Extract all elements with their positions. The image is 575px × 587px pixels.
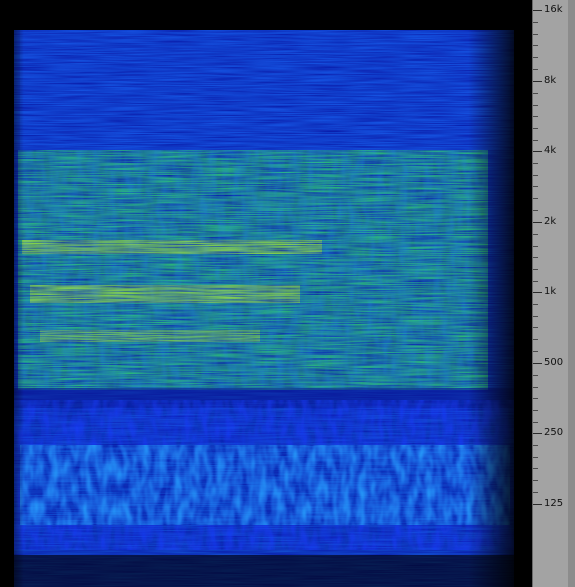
ruler-tick-minor — [533, 410, 538, 411]
ruler-tick-minor — [533, 198, 538, 199]
ruler-tick-minor — [533, 210, 538, 211]
ruler-tick-minor — [533, 140, 538, 141]
ruler-tick-minor — [533, 480, 538, 481]
ruler-tick-minor — [533, 57, 538, 58]
edge-fade — [0, 0, 532, 587]
ruler-tick-minor — [533, 468, 538, 469]
ruler-tick-major — [533, 292, 542, 293]
ruler-tick-minor — [533, 186, 538, 187]
ruler-tick-minor — [533, 281, 538, 282]
ruler-tick-minor — [533, 422, 538, 423]
ruler-tick-minor — [533, 34, 538, 35]
spectrogram-view[interactable] — [0, 0, 532, 587]
ruler-label: 8k — [544, 75, 557, 86]
ruler-tick-minor — [533, 45, 538, 46]
spectrogram-image — [0, 0, 532, 587]
ruler-tick-major — [533, 151, 542, 152]
ruler-scroll-strip[interactable] — [568, 0, 575, 587]
ruler-tick-minor — [533, 316, 538, 317]
ruler-label: 2k — [544, 216, 557, 227]
ruler-tick-minor — [533, 163, 538, 164]
ruler-tick-major — [533, 433, 542, 434]
ruler-tick-minor — [533, 246, 538, 247]
ruler-tick-minor — [533, 93, 538, 94]
ruler-tick-major — [533, 363, 542, 364]
ruler-tick-minor — [533, 351, 538, 352]
ruler-tick-minor — [533, 105, 538, 106]
ruler-tick-major — [533, 81, 542, 82]
ruler-tick-minor — [533, 269, 538, 270]
ruler-label: 500 — [544, 357, 564, 368]
ruler-tick-minor — [533, 304, 538, 305]
ruler-tick-minor — [533, 234, 538, 235]
ruler-tick-minor — [533, 398, 538, 399]
ruler-label: 4k — [544, 145, 557, 156]
ruler-tick-minor — [533, 116, 538, 117]
frequency-ruler[interactable]: 16k 8k 4k 2k 1k 500 250 125 — [532, 0, 575, 587]
ruler-tick-minor — [533, 22, 538, 23]
ruler-tick-major — [533, 222, 542, 223]
ruler-label: 125 — [544, 498, 564, 509]
ruler-tick-minor — [533, 175, 538, 176]
ruler-tick-minor — [533, 128, 538, 129]
ruler-tick-major — [533, 10, 542, 11]
ruler-label: 250 — [544, 427, 564, 438]
ruler-tick-minor — [533, 327, 538, 328]
ruler-tick-minor — [533, 375, 538, 376]
ruler-tick-minor — [533, 257, 538, 258]
ruler-tick-minor — [533, 457, 538, 458]
ruler-tick-minor — [533, 339, 538, 340]
ruler-tick-minor — [533, 445, 538, 446]
ruler-label: 1k — [544, 286, 557, 297]
ruler-tick-minor — [533, 69, 538, 70]
ruler-tick-minor — [533, 492, 538, 493]
ruler-label: 16k — [544, 4, 563, 15]
ruler-tick-major — [533, 504, 542, 505]
ruler-tick-minor — [533, 387, 538, 388]
